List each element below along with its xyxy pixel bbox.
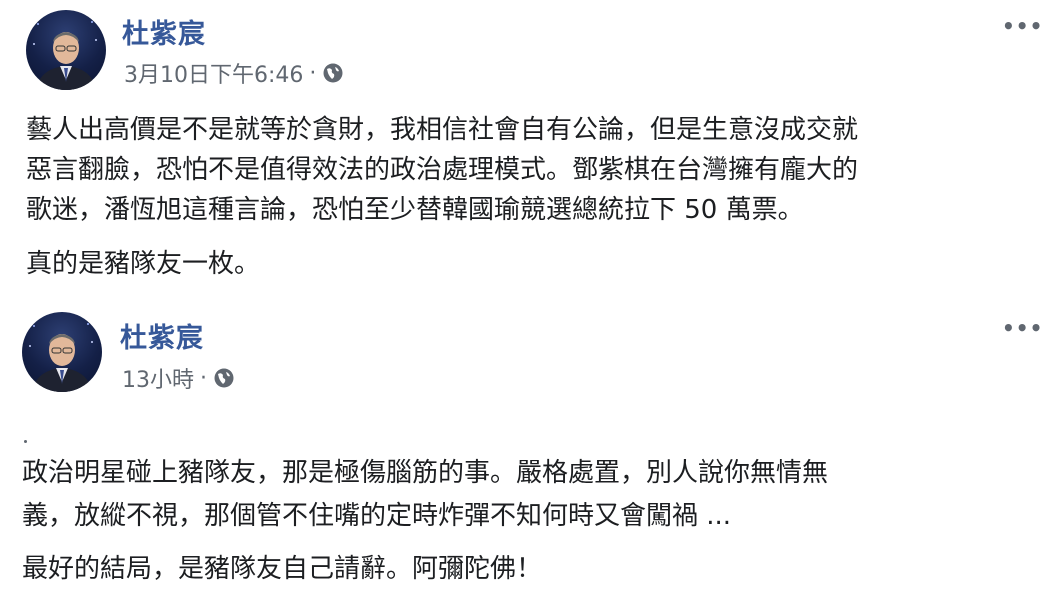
- post-timestamp[interactable]: 13小時: [122, 362, 194, 394]
- post-body-line: 義，放縱不視，那個管不住嘴的定時炸彈不知何時又會闖禍 ...: [22, 501, 732, 531]
- globe-icon[interactable]: [322, 62, 344, 84]
- post-closing-line: 真的是豬隊友一枚。: [26, 249, 261, 279]
- post-timestamp[interactable]: 3月10日下午6:46: [124, 57, 303, 89]
- post-body-line: 惡言翻臉，恐怕不是值得效法的政治處理模式。鄧紫棋在台灣擁有龐大的: [26, 155, 859, 185]
- meta-separator: ·: [309, 60, 317, 86]
- author-name[interactable]: 杜紫宸: [120, 316, 204, 355]
- avatar[interactable]: [26, 10, 106, 90]
- avatar[interactable]: [22, 312, 102, 392]
- post-1: 杜紫宸 3月10日下午6:46 · ••• 藝人出高價是不是就等於貪財，我相信社…: [0, 0, 1060, 300]
- post-body-line: 藝人出高價是不是就等於貪財，我相信社會自有公論，但是生意沒成交就: [26, 115, 859, 145]
- more-options-icon[interactable]: •••: [1002, 14, 1043, 38]
- avatar-portrait: [29, 323, 93, 392]
- post-closing-line: 最好的結局，是豬隊友自己請辭。阿彌陀佛！: [22, 554, 543, 584]
- post-meta: 3月10日下午6:46 ·: [124, 57, 344, 89]
- post-2: 杜紫宸 13小時 · ••• 政治明星碰上豬隊友，那是極傷腦筋的事。嚴格處置，別…: [0, 300, 1060, 596]
- post-body-line: 政治明星碰上豬隊友，那是極傷腦筋的事。嚴格處置，別人說你無情無: [22, 458, 829, 488]
- post-meta: 13小時 ·: [122, 362, 235, 394]
- more-options-icon[interactable]: •••: [1002, 316, 1043, 340]
- post-body-line: 歌迷，潘恆旭這種言論，恐怕至少替韓國瑜競選總統拉下 50 萬票。: [26, 195, 804, 225]
- globe-icon[interactable]: [213, 367, 235, 389]
- avatar-portrait: [33, 21, 97, 90]
- meta-separator: ·: [200, 365, 207, 391]
- author-name[interactable]: 杜紫宸: [122, 12, 206, 51]
- stray-dot: [24, 440, 27, 443]
